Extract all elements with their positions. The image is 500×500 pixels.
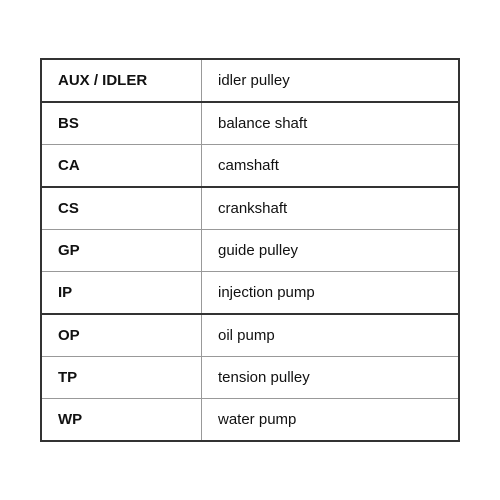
desc-cell: tension pulley [202,357,458,398]
table-row: IPinjection pump [42,272,458,315]
abbr-cell: CS [42,188,202,229]
abbr-cell: BS [42,103,202,144]
desc-cell: idler pulley [202,60,458,101]
abbr-cell: IP [42,272,202,313]
table-row: AUX / IDLERidler pulley [42,60,458,103]
abbr-cell: WP [42,399,202,440]
desc-cell: camshaft [202,145,458,186]
abbr-cell: OP [42,315,202,356]
desc-cell: crankshaft [202,188,458,229]
table-row: CScrankshaft [42,188,458,230]
abbr-cell: GP [42,230,202,271]
abbreviations-table: AUX / IDLERidler pulleyBSbalance shaftCA… [40,58,460,442]
desc-cell: water pump [202,399,458,440]
desc-cell: oil pump [202,315,458,356]
desc-cell: balance shaft [202,103,458,144]
table-row: CAcamshaft [42,145,458,188]
table-row: BSbalance shaft [42,103,458,145]
desc-cell: guide pulley [202,230,458,271]
table-row: OPoil pump [42,315,458,357]
abbr-cell: AUX / IDLER [42,60,202,101]
table-row: GPguide pulley [42,230,458,272]
abbr-cell: TP [42,357,202,398]
table-row: WPwater pump [42,399,458,440]
desc-cell: injection pump [202,272,458,313]
abbr-cell: CA [42,145,202,186]
table-row: TPtension pulley [42,357,458,399]
